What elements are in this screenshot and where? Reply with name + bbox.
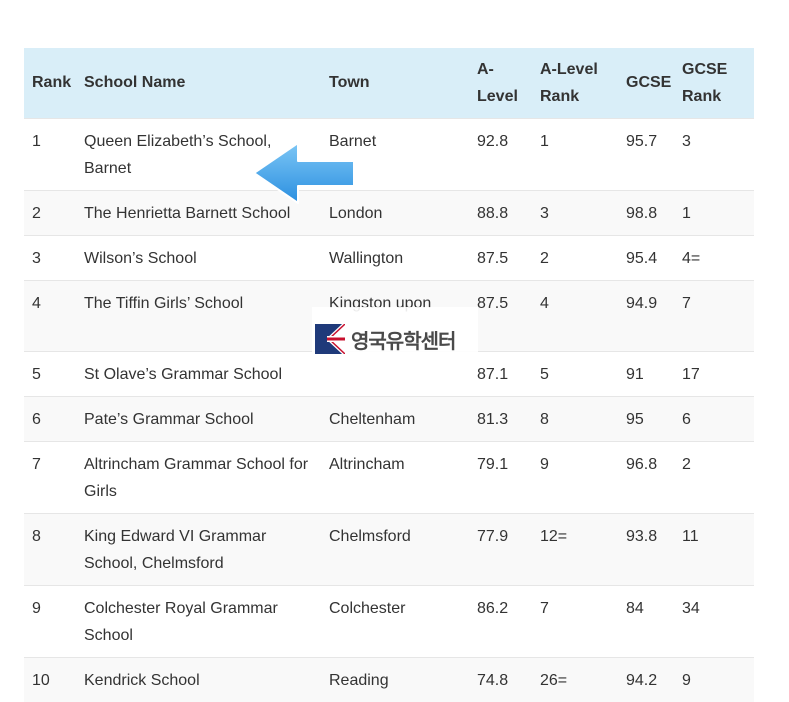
cell-gcse: 91 <box>618 350 674 396</box>
cell-gcse-rank: 4= <box>674 234 754 280</box>
watermark-text: 영국유학센터 <box>351 328 456 353</box>
cell-a-level-rank: 3 <box>532 189 618 235</box>
cell-gcse-rank: 6 <box>674 395 754 441</box>
cell-a-level: 87.5 <box>469 234 532 280</box>
cell-school-name: Colchester Royal Grammar School <box>76 584 321 657</box>
cell-a-level: 87.5 <box>469 279 532 351</box>
cell-school-name: Wilson’s School <box>76 234 321 280</box>
cell-school-name: Pate’s Grammar School <box>76 395 321 441</box>
cell-gcse: 98.8 <box>618 189 674 235</box>
cell-rank: 6 <box>24 395 76 441</box>
cell-a-level-rank: 9 <box>532 440 618 513</box>
header-rank[interactable]: Rank <box>24 48 76 118</box>
cell-gcse-rank: 1 <box>674 189 754 235</box>
cell-gcse-rank: 3 <box>674 117 754 190</box>
cell-rank: 7 <box>24 440 76 513</box>
table-body: 1 Queen Elizabeth’s School, Barnet Barne… <box>24 117 754 702</box>
cell-a-level-rank: 8 <box>532 395 618 441</box>
cell-rank: 3 <box>24 234 76 280</box>
left-arrow-icon <box>253 142 355 204</box>
cell-town: Chelmsford <box>321 512 469 585</box>
cell-a-level: 87.1 <box>469 350 532 396</box>
table-row: 7 Altrincham Grammar School for Girls Al… <box>24 440 754 513</box>
cell-a-level-rank: 1 <box>532 117 618 190</box>
cell-school-name: The Tiffin Girls’ School <box>76 279 321 351</box>
cell-rank: 4 <box>24 279 76 351</box>
cell-a-level: 79.1 <box>469 440 532 513</box>
cell-a-level: 77.9 <box>469 512 532 585</box>
cell-gcse-rank: 2 <box>674 440 754 513</box>
cell-rank: 8 <box>24 512 76 585</box>
cell-a-level: 81.3 <box>469 395 532 441</box>
cell-gcse: 95 <box>618 395 674 441</box>
header-a-level[interactable]: A-Level <box>469 48 532 118</box>
table-row: 1 Queen Elizabeth’s School, Barnet Barne… <box>24 117 754 190</box>
cell-town: Wallington <box>321 234 469 280</box>
cell-a-level-rank: 12= <box>532 512 618 585</box>
watermark: 영국유학센터 <box>312 307 478 365</box>
header-town[interactable]: Town <box>321 48 469 118</box>
header-gcse[interactable]: GCSE <box>618 48 674 118</box>
table-row: 2 The Henrietta Barnett School London 88… <box>24 189 754 235</box>
cell-town: Altrincham <box>321 440 469 513</box>
cell-gcse: 84 <box>618 584 674 657</box>
table-header: Rank School Name Town A-Level A-Level Ra… <box>24 48 754 118</box>
school-ranking-table: Rank School Name Town A-Level A-Level Ra… <box>24 48 754 702</box>
header-row: Rank School Name Town A-Level A-Level Ra… <box>24 48 754 118</box>
table-row: 8 King Edward VI Grammar School, Chelmsf… <box>24 512 754 585</box>
cell-rank: 2 <box>24 189 76 235</box>
cell-a-level-rank: 7 <box>532 584 618 657</box>
table-row: 3 Wilson’s School Wallington 87.5 2 95.4… <box>24 234 754 280</box>
cell-town: Cheltenham <box>321 395 469 441</box>
cell-school-name: King Edward VI Grammar School, Chelmsfor… <box>76 512 321 585</box>
cell-school-name: St Olave’s Grammar School <box>76 350 321 396</box>
union-jack-k-logo-icon <box>315 324 345 354</box>
cell-rank: 9 <box>24 584 76 657</box>
table-row: 6 Pate’s Grammar School Cheltenham 81.3 … <box>24 395 754 441</box>
cell-gcse: 95.7 <box>618 117 674 190</box>
cell-gcse: 95.4 <box>618 234 674 280</box>
header-gcse-rank[interactable]: GCSE Rank <box>674 48 754 118</box>
header-school-name[interactable]: School Name <box>76 48 321 118</box>
cell-a-level-rank: 2 <box>532 234 618 280</box>
table-row: 9 Colchester Royal Grammar School Colche… <box>24 584 754 657</box>
cell-gcse: 94.9 <box>618 279 674 351</box>
cell-gcse-rank: 17 <box>674 350 754 396</box>
cell-gcse: 96.8 <box>618 440 674 513</box>
cell-a-level-rank: 4 <box>532 279 618 351</box>
cell-a-level: 88.8 <box>469 189 532 235</box>
cell-school-name: Altrincham Grammar School for Girls <box>76 440 321 513</box>
header-a-level-rank[interactable]: A-Level Rank <box>532 48 618 118</box>
cell-rank: 1 <box>24 117 76 190</box>
cell-gcse-rank: 11 <box>674 512 754 585</box>
cell-a-level-rank: 5 <box>532 350 618 396</box>
cell-town: Colchester <box>321 584 469 657</box>
cell-a-level: 92.8 <box>469 117 532 190</box>
cell-gcse: 93.8 <box>618 512 674 585</box>
cell-rank: 5 <box>24 350 76 396</box>
cell-gcse-rank: 34 <box>674 584 754 657</box>
cell-gcse-rank: 7 <box>674 279 754 351</box>
cell-a-level: 86.2 <box>469 584 532 657</box>
